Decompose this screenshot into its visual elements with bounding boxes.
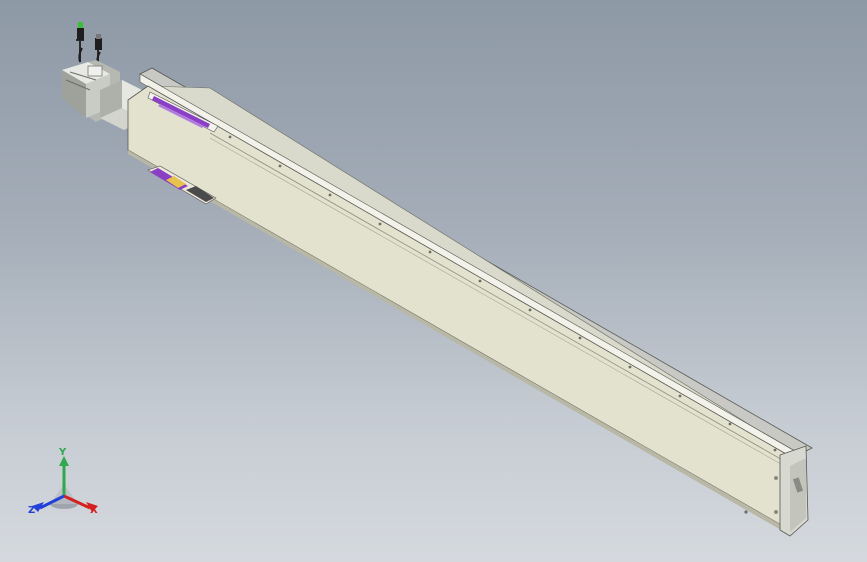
- z-axis-label: Z: [28, 505, 36, 516]
- y-axis-label: Y: [59, 447, 67, 458]
- linear-actuator-model[interactable]: [0, 0, 867, 562]
- view-orientation-triad: Y X Z: [26, 448, 106, 520]
- actuator-body[interactable]: [127, 67, 813, 537]
- motor-cable-left: [76, 22, 84, 63]
- graphics-viewport[interactable]: Y X Z: [0, 0, 867, 562]
- x-axis-label: X: [90, 505, 98, 516]
